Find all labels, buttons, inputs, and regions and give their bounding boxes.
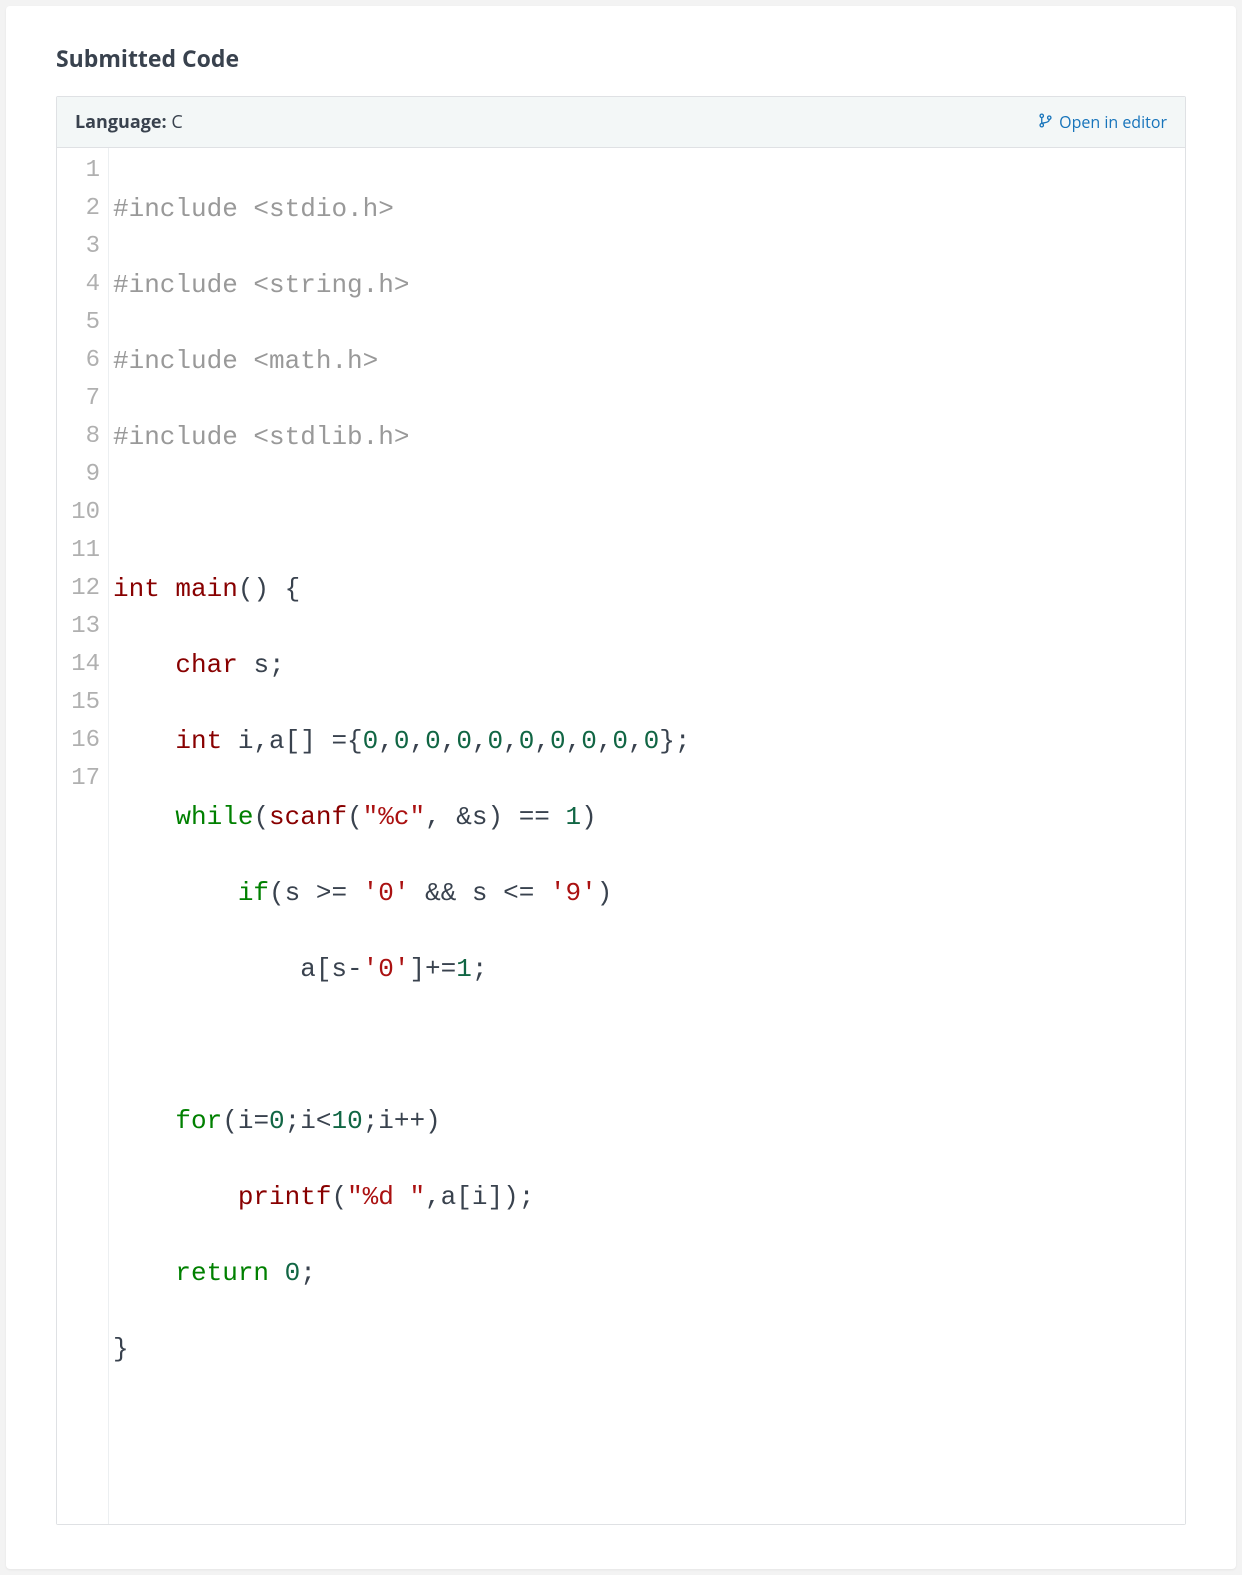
line-number: 15 bbox=[57, 684, 100, 722]
line-number: 7 bbox=[57, 380, 100, 418]
line-number: 12 bbox=[57, 570, 100, 608]
line-number: 1 bbox=[57, 152, 100, 190]
code-header: Language: C Open in editor bbox=[57, 97, 1185, 148]
line-number: 2 bbox=[57, 190, 100, 228]
code-line bbox=[113, 1406, 1185, 1444]
line-number: 17 bbox=[57, 760, 100, 798]
code-line: #include <math.h> bbox=[113, 342, 1185, 380]
line-number: 11 bbox=[57, 532, 100, 570]
code-line: int main() { bbox=[113, 570, 1185, 608]
line-number: 4 bbox=[57, 266, 100, 304]
code-line: if(s >= '0' && s <= '9') bbox=[113, 874, 1185, 912]
code-line bbox=[113, 494, 1185, 532]
code-box: Language: C Open in editor bbox=[56, 96, 1186, 1525]
code-line: } bbox=[113, 1330, 1185, 1368]
branch-icon bbox=[1038, 111, 1053, 133]
line-number: 14 bbox=[57, 646, 100, 684]
open-in-editor-label: Open in editor bbox=[1059, 111, 1167, 133]
language-display: Language: C bbox=[75, 110, 183, 134]
line-number: 3 bbox=[57, 228, 100, 266]
code-line: return 0; bbox=[113, 1254, 1185, 1292]
line-number: 6 bbox=[57, 342, 100, 380]
code-line: a[s-'0']+=1; bbox=[113, 950, 1185, 988]
code-line: printf("%d ",a[i]); bbox=[113, 1178, 1185, 1216]
section-title: Submitted Code bbox=[56, 42, 1186, 74]
line-number: 8 bbox=[57, 418, 100, 456]
language-value: C bbox=[167, 110, 183, 134]
code-line: while(scanf("%c", &s) == 1) bbox=[113, 798, 1185, 836]
line-number: 10 bbox=[57, 494, 100, 532]
code-line: #include <stdlib.h> bbox=[113, 418, 1185, 456]
code-content[interactable]: #include <stdio.h> #include <string.h> #… bbox=[109, 148, 1185, 1524]
code-body: 1 2 3 4 5 6 7 8 9 10 11 12 13 14 15 16 1 bbox=[57, 148, 1185, 1524]
code-line: for(i=0;i<10;i++) bbox=[113, 1102, 1185, 1140]
language-label: Language: bbox=[75, 110, 167, 134]
code-line: int i,a[] ={0,0,0,0,0,0,0,0,0,0}; bbox=[113, 722, 1185, 760]
code-line: char s; bbox=[113, 646, 1185, 684]
code-line bbox=[113, 1026, 1185, 1064]
code-line: #include <stdio.h> bbox=[113, 190, 1185, 228]
line-number-gutter: 1 2 3 4 5 6 7 8 9 10 11 12 13 14 15 16 1 bbox=[57, 148, 109, 1524]
line-number: 16 bbox=[57, 722, 100, 760]
code-line: #include <string.h> bbox=[113, 266, 1185, 304]
open-in-editor-link[interactable]: Open in editor bbox=[1038, 111, 1167, 133]
line-number: 13 bbox=[57, 608, 100, 646]
submitted-code-card: Submitted Code Language: C bbox=[6, 6, 1236, 1569]
line-number: 5 bbox=[57, 304, 100, 342]
line-number: 9 bbox=[57, 456, 100, 494]
